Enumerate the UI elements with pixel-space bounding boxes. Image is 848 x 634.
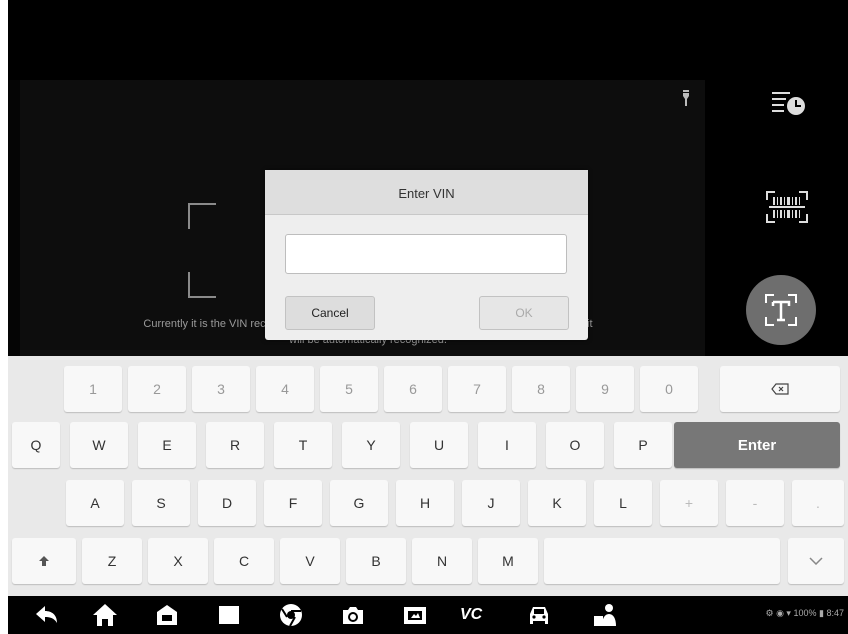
screenshot-icon[interactable] — [402, 602, 428, 628]
key-n[interactable]: N — [412, 538, 472, 584]
key-5[interactable]: 5 — [320, 366, 378, 412]
scan-frame-corner-bottom-left — [188, 272, 216, 298]
key-a[interactable]: A — [66, 480, 124, 526]
key-u[interactable]: U — [410, 422, 468, 468]
vc-label: VC — [460, 606, 483, 623]
key-p[interactable]: P — [614, 422, 672, 468]
key-g[interactable]: G — [330, 480, 388, 526]
system-navigation-bar: VC ⚙ ◉ ▾ 100% ▮ 8:47 — [8, 596, 848, 634]
vehicle-icon[interactable] — [526, 602, 552, 628]
history-icon[interactable] — [772, 88, 806, 118]
store-icon[interactable] — [154, 602, 180, 628]
space-key[interactable] — [544, 538, 780, 584]
key-i[interactable]: I — [478, 422, 536, 468]
dialog-title: Enter VIN — [265, 170, 588, 215]
shift-key[interactable] — [12, 538, 76, 584]
key-6[interactable]: 6 — [384, 366, 442, 412]
hide-keyboard-key[interactable] — [788, 538, 844, 584]
battery-percent: 100% — [793, 608, 817, 618]
key-l[interactable]: L — [594, 480, 652, 526]
remote-icon[interactable] — [592, 602, 618, 628]
key-3[interactable]: 3 — [192, 366, 250, 412]
key-7[interactable]: 7 — [448, 366, 506, 412]
key-8[interactable]: 8 — [512, 366, 570, 412]
key-e[interactable]: E — [138, 422, 196, 468]
camera-icon[interactable] — [340, 602, 366, 628]
flashlight-icon[interactable] — [681, 90, 691, 106]
vin-input[interactable] — [285, 234, 567, 274]
enter-vin-dialog: Enter VIN Cancel OK — [265, 170, 588, 340]
on-screen-keyboard: 1 2 3 4 5 6 7 8 9 0 Q W E R T Y U I O P … — [8, 356, 848, 596]
key-9[interactable]: 9 — [576, 366, 634, 412]
camera-top-area — [8, 0, 848, 80]
key-d[interactable]: D — [198, 480, 256, 526]
key-f[interactable]: F — [264, 480, 322, 526]
key-0[interactable]: 0 — [640, 366, 698, 412]
key-x[interactable]: X — [148, 538, 208, 584]
battery-icon: ▮ — [819, 608, 824, 618]
backspace-icon — [771, 383, 789, 395]
clock: 8:47 — [826, 608, 844, 618]
recent-apps-icon[interactable] — [216, 602, 242, 628]
home-icon[interactable] — [92, 602, 118, 628]
key-s[interactable]: S — [132, 480, 190, 526]
chevron-down-icon — [809, 557, 823, 565]
text-recognition-icon — [765, 294, 797, 326]
backspace-key[interactable] — [720, 366, 840, 412]
enter-key[interactable]: Enter — [674, 422, 840, 468]
barcode-scan-icon[interactable] — [765, 190, 809, 224]
browser-icon[interactable] — [278, 602, 304, 628]
hint-line-1-start: Currently it is the VIN rec — [143, 318, 266, 330]
key-m[interactable]: M — [478, 538, 538, 584]
key-1[interactable]: 1 — [64, 366, 122, 412]
back-icon[interactable] — [34, 602, 60, 628]
notification-icons: ⚙ ◉ ▾ — [765, 608, 794, 618]
key-period[interactable]: . — [792, 480, 844, 526]
ok-button[interactable]: OK — [479, 296, 569, 330]
key-plus[interactable]: + — [660, 480, 718, 526]
key-w[interactable]: W — [70, 422, 128, 468]
cancel-button[interactable]: Cancel — [285, 296, 375, 330]
key-j[interactable]: J — [462, 480, 520, 526]
key-r[interactable]: R — [206, 422, 264, 468]
text-ocr-button[interactable] — [746, 275, 816, 345]
key-h[interactable]: H — [396, 480, 454, 526]
key-v[interactable]: V — [280, 538, 340, 584]
key-k[interactable]: K — [528, 480, 586, 526]
status-area: ⚙ ◉ ▾ 100% ▮ 8:47 — [766, 608, 845, 619]
key-2[interactable]: 2 — [128, 366, 186, 412]
key-z[interactable]: Z — [82, 538, 142, 584]
key-t[interactable]: T — [274, 422, 332, 468]
key-b[interactable]: B — [346, 538, 406, 584]
key-o[interactable]: O — [546, 422, 604, 468]
scan-frame-corner-top-left — [188, 203, 216, 229]
key-4[interactable]: 4 — [256, 366, 314, 412]
key-minus[interactable]: - — [726, 480, 784, 526]
key-q[interactable]: Q — [12, 422, 60, 468]
key-y[interactable]: Y — [342, 422, 400, 468]
vci-icon[interactable]: VC — [460, 602, 496, 628]
tablet-screen: Currently it is the VIN rec nd it will b… — [8, 0, 848, 634]
key-c[interactable]: C — [214, 538, 274, 584]
shift-arrow-icon — [39, 556, 49, 566]
